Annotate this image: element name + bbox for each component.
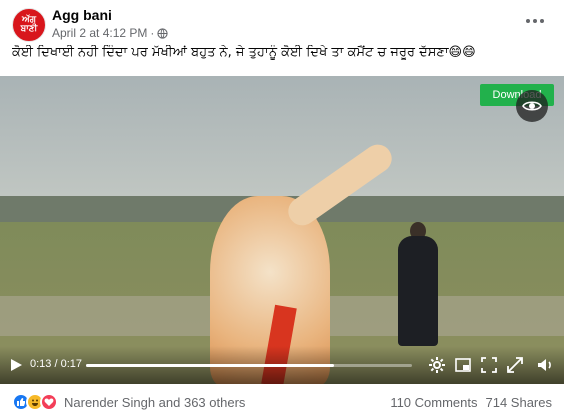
post-timestamp[interactable]: April 2 at 4:12 PM bbox=[52, 26, 147, 40]
progress-fill bbox=[86, 364, 334, 367]
expand-icon[interactable] bbox=[506, 356, 524, 374]
shares-count[interactable]: 714 Shares bbox=[486, 395, 553, 410]
video-frame-guard bbox=[398, 236, 438, 346]
fullscreen-icon[interactable] bbox=[480, 356, 498, 374]
love-icon bbox=[40, 393, 58, 411]
meta-separator: · bbox=[150, 26, 155, 40]
video-time: 0:13 / 0:17 bbox=[30, 358, 82, 370]
avatar-logo-text: ਅੱਗ ਬਾਣੀ bbox=[20, 15, 38, 34]
page-avatar[interactable]: ਅੱਗ ਬਾਣੀ bbox=[12, 8, 46, 42]
globe-icon bbox=[157, 27, 169, 39]
engagement-counts: 110 Comments 714 Shares bbox=[390, 395, 552, 410]
facebook-post-card: ਅੱਗ ਬਾਣੀ Agg bani April 2 at 4:12 PM · ਕ… bbox=[0, 0, 564, 420]
eye-icon[interactable] bbox=[516, 90, 548, 122]
play-icon[interactable] bbox=[9, 358, 23, 372]
reaction-names[interactable]: Narender Singh and 363 others bbox=[64, 395, 245, 410]
reaction-icons[interactable] bbox=[12, 393, 58, 411]
pip-icon[interactable] bbox=[454, 356, 472, 374]
page-name-link[interactable]: Agg bani bbox=[52, 7, 112, 23]
settings-icon[interactable] bbox=[428, 356, 446, 374]
post-caption: ਕੋਈ ਦਿਖਾਈ ਨਹੀ ਦਿੰਦਾ ਪਰ ਮੱਖੀਆਂ ਬਹੁਤ ਨੇ, ਜ… bbox=[12, 45, 476, 60]
comments-count[interactable]: 110 Comments bbox=[390, 395, 477, 410]
video-controls: 0:13 / 0:17 bbox=[0, 346, 564, 384]
post-meta: April 2 at 4:12 PM · bbox=[52, 26, 169, 40]
video-player[interactable]: Download 0:13 / 0:17 bbox=[0, 76, 564, 384]
more-options-icon[interactable] bbox=[524, 10, 546, 32]
progress-bar[interactable] bbox=[86, 364, 412, 367]
volume-icon[interactable] bbox=[536, 356, 554, 374]
